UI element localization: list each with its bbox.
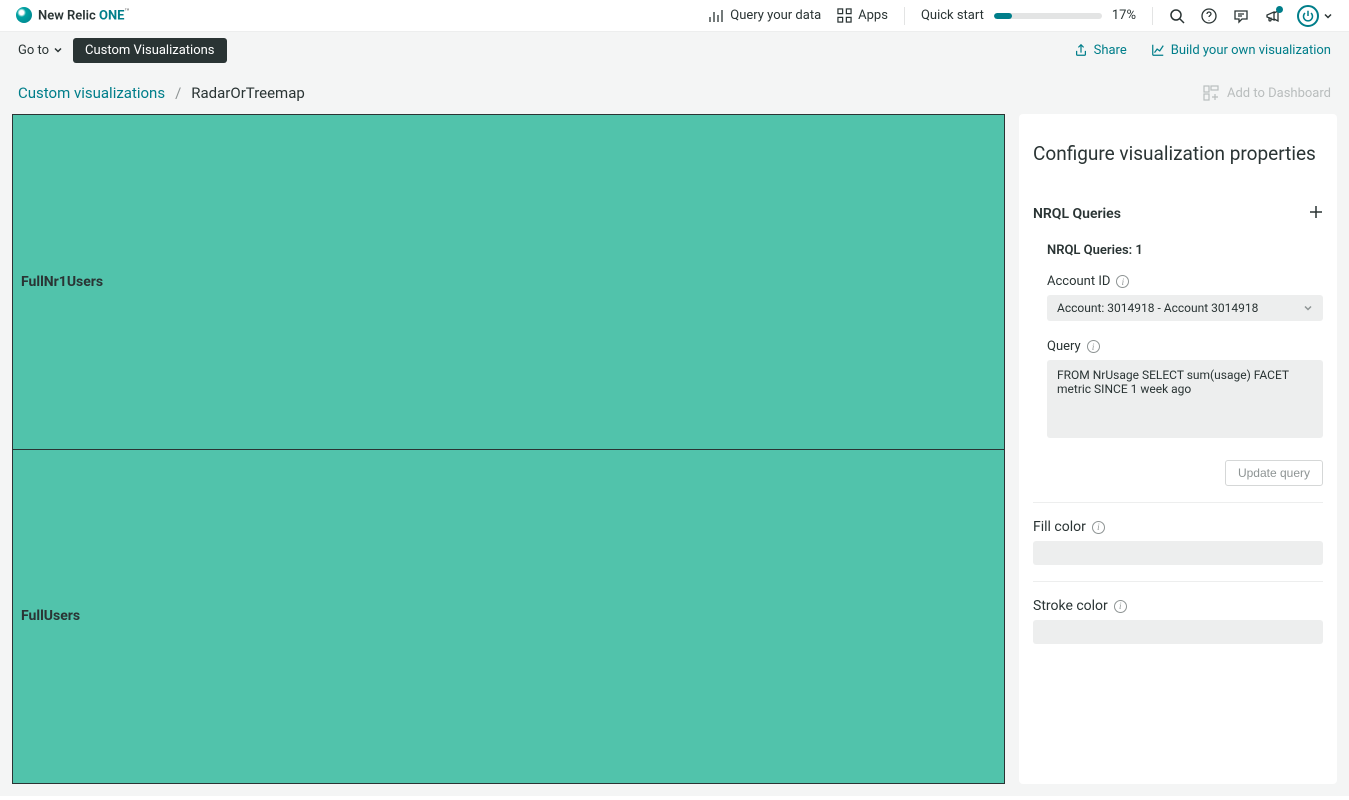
config-panel: Configure visualization properties NRQL … [1019, 114, 1337, 784]
breadcrumb: Custom visualizations / RadarOrTreemap [18, 84, 305, 102]
info-icon[interactable]: i [1092, 521, 1105, 534]
query-textarea[interactable] [1047, 360, 1323, 438]
logo-icon [16, 7, 32, 23]
share-icon [1074, 43, 1088, 57]
notification-dot [1276, 6, 1283, 13]
divider [1033, 502, 1323, 503]
update-query-button[interactable]: Update query [1225, 460, 1323, 486]
config-title: Configure visualization properties [1033, 142, 1323, 165]
account-label: Account ID i [1047, 274, 1323, 289]
chevron-down-icon [1303, 303, 1313, 313]
avatar [1297, 5, 1319, 27]
search-icon [1169, 8, 1185, 24]
visualization-canvas: FullNr1Users FullUsers [12, 114, 1005, 784]
info-icon[interactable]: i [1087, 340, 1100, 353]
context-pill[interactable]: Custom Visualizations [73, 38, 226, 63]
apps-grid-icon [837, 8, 852, 23]
divider [1152, 7, 1153, 25]
chevron-down-icon [1323, 11, 1333, 21]
query-field: Query i [1033, 339, 1323, 442]
account-field: Account ID i Account: 3014918 - Account … [1033, 274, 1323, 321]
fill-color-section: Fill color i [1033, 519, 1323, 565]
main-content: FullNr1Users FullUsers Configure visuali… [0, 114, 1349, 796]
feedback-button[interactable] [1233, 8, 1249, 24]
treemap-cell-label: FullNr1Users [21, 274, 103, 290]
breadcrumb-current: RadarOrTreemap [191, 84, 305, 102]
top-header: New Relic ONE™ Query your data Apps Quic… [0, 0, 1349, 32]
fill-color-input[interactable] [1033, 541, 1323, 565]
progress-bar [994, 13, 1102, 19]
stroke-color-input[interactable] [1033, 620, 1323, 644]
action-bar: Go to Custom Visualizations Share Build … [0, 32, 1349, 68]
nrql-count-label: NRQL Queries: 1 [1033, 243, 1323, 258]
divider [1033, 581, 1323, 582]
logo-text: New Relic ONE™ [38, 7, 130, 23]
add-to-dashboard-button[interactable]: Add to Dashboard [1203, 85, 1331, 101]
fill-color-label: Fill color i [1033, 519, 1323, 535]
account-select[interactable]: Account: 3014918 - Account 3014918 [1047, 295, 1323, 321]
stroke-color-section: Stroke color i [1033, 598, 1323, 644]
breadcrumb-separator: / [175, 84, 181, 102]
search-button[interactable] [1169, 8, 1185, 24]
divider [904, 7, 905, 25]
quick-start[interactable]: Quick start 17% [921, 8, 1136, 23]
help-icon [1201, 8, 1217, 24]
build-viz-button[interactable]: Build your own visualization [1151, 43, 1331, 58]
chat-icon [1233, 8, 1249, 24]
chevron-down-icon [53, 45, 63, 55]
info-icon[interactable]: i [1114, 600, 1127, 613]
goto-dropdown[interactable]: Go to [18, 43, 63, 58]
help-button[interactable] [1201, 8, 1217, 24]
dashboard-add-icon [1203, 85, 1219, 101]
header-right: Query your data Apps Quick start 17% [708, 5, 1333, 27]
chart-icon [1151, 43, 1165, 57]
add-query-button[interactable] [1309, 205, 1323, 223]
info-icon[interactable]: i [1116, 275, 1129, 288]
breadcrumb-parent[interactable]: Custom visualizations [18, 84, 165, 102]
query-data-link[interactable]: Query your data [708, 8, 821, 24]
bar-chart-icon [708, 8, 724, 24]
power-icon [1302, 10, 1314, 22]
treemap-cell[interactable]: FullNr1Users [13, 115, 1004, 450]
logo[interactable]: New Relic ONE™ [16, 7, 130, 23]
breadcrumb-row: Custom visualizations / RadarOrTreemap A… [0, 68, 1349, 114]
query-label: Query i [1047, 339, 1323, 354]
stroke-color-label: Stroke color i [1033, 598, 1323, 614]
plus-icon [1309, 205, 1323, 219]
progress-percent: 17% [1112, 8, 1136, 23]
nrql-section-header: NRQL Queries [1033, 205, 1323, 223]
share-button[interactable]: Share [1074, 43, 1127, 58]
treemap-cell[interactable]: FullUsers [13, 450, 1004, 784]
treemap-cell-label: FullUsers [21, 608, 80, 624]
user-menu[interactable] [1297, 5, 1333, 27]
announcements-button[interactable] [1265, 8, 1281, 24]
apps-link[interactable]: Apps [837, 8, 888, 23]
